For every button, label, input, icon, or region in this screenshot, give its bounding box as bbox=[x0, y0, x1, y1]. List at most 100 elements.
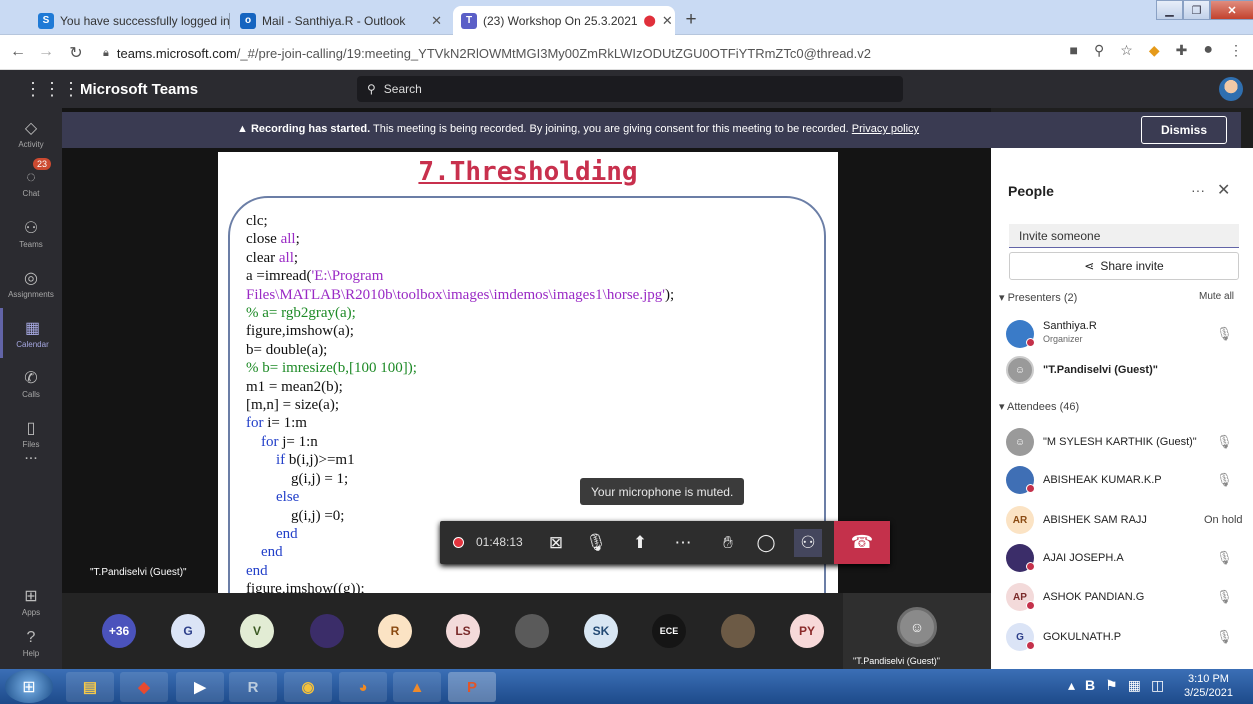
taskbar-powerpoint[interactable]: P bbox=[448, 672, 496, 702]
share-invite-button[interactable]: ⋖ Share invite bbox=[1009, 252, 1239, 280]
presenters-header[interactable]: ▾ Presenters (2) bbox=[999, 291, 1077, 304]
share-screen-button[interactable]: ⬆ bbox=[626, 529, 654, 557]
presenter-row[interactable]: ☺ "T.Pandiselvi (Guest)" bbox=[1006, 352, 1246, 388]
participant-avatar[interactable]: R bbox=[378, 614, 412, 648]
search-input[interactable]: ⚲ Search bbox=[357, 76, 903, 102]
rail-label: Help bbox=[22, 648, 40, 658]
browser-tab-strip: S You have successfully logged in. ✕ o M… bbox=[0, 0, 1253, 35]
browser-tab-teams[interactable]: T (23) Workshop On 25.3.2021 ⬤ ✕ bbox=[453, 6, 675, 35]
participant-avatar[interactable] bbox=[310, 614, 344, 648]
user-avatar[interactable] bbox=[1219, 77, 1243, 101]
attendee-row[interactable]: ABISHEAK KUMAR.K.P 🎙︎ bbox=[1006, 462, 1246, 498]
browser-tab-login[interactable]: S You have successfully logged in. ✕ bbox=[30, 6, 230, 35]
participant-avatar[interactable]: LS bbox=[446, 614, 480, 648]
camera-off-button[interactable]: ⊠ bbox=[542, 529, 570, 557]
pinned-participant-tile[interactable]: ☺ "T.Pandiselvi (Guest)" bbox=[843, 593, 991, 669]
search-placeholder: Search bbox=[383, 82, 422, 96]
participant-avatar[interactable]: ECE bbox=[652, 614, 686, 648]
menu-dots-icon[interactable]: ⋮ bbox=[1229, 42, 1243, 59]
tray-flag-icon[interactable]: ⚑ bbox=[1105, 677, 1118, 694]
mic-muted-button[interactable]: 🎙︎ bbox=[582, 529, 610, 557]
participant-overflow-avatar[interactable]: +36 bbox=[102, 614, 136, 648]
attendee-row[interactable]: G GOKULNATH.P 🎙︎ bbox=[1006, 619, 1246, 655]
profile-icon[interactable]: ● bbox=[1203, 41, 1213, 59]
minimize-window-button[interactable]: ▁ bbox=[1156, 0, 1183, 20]
taskbar-app-red[interactable]: ◆ bbox=[120, 672, 168, 702]
participant-avatar[interactable]: PY bbox=[790, 614, 824, 648]
rail-item-activity[interactable]: ◇ Activity bbox=[0, 108, 62, 158]
taskbar-r[interactable]: R bbox=[229, 672, 277, 702]
taskbar-chrome[interactable]: ◉ bbox=[284, 672, 332, 702]
panel-more-icon[interactable]: ··· bbox=[1191, 182, 1205, 198]
forward-arrow-icon[interactable]: → bbox=[32, 43, 60, 61]
login-favicon-icon: S bbox=[38, 12, 54, 29]
extension-icon[interactable]: ◆ bbox=[1149, 42, 1160, 59]
more-actions-button[interactable]: ⋯ bbox=[669, 529, 697, 557]
taskbar-explorer[interactable]: ▤ bbox=[66, 672, 114, 702]
chat-button[interactable]: ◯ bbox=[752, 529, 780, 557]
mute-all-button[interactable]: Mute all bbox=[1199, 291, 1234, 302]
puzzle-icon[interactable]: ✚ bbox=[1176, 42, 1188, 59]
tray-arrow-icon[interactable]: ▴ bbox=[1068, 677, 1075, 694]
app-launcher-icon[interactable]: ⋮⋮⋮ bbox=[24, 79, 81, 100]
taskbar-firefox[interactable]: ◕ bbox=[339, 672, 387, 702]
invite-input[interactable]: Invite someone bbox=[1009, 224, 1239, 248]
attendee-row[interactable]: AP ASHOK PANDIAN.G 🎙︎ bbox=[1006, 579, 1246, 615]
presenter-row[interactable]: Santhiya.R Organizer 🎙︎ bbox=[1006, 316, 1246, 352]
taskbar-matlab[interactable]: ▲ bbox=[393, 672, 441, 702]
windows-taskbar: ⊞ ▤ ◆ ▶ R ◉ ◕ ▲ P ▴ B ⚑ ▦ ◫ 3:10 PM 3/25… bbox=[0, 669, 1253, 704]
attendee-row[interactable]: AR ABISHEK SAM RAJJ On hold bbox=[1006, 502, 1246, 538]
attendees-header[interactable]: ▾ Attendees (46) bbox=[999, 400, 1079, 413]
status-dot bbox=[1026, 338, 1035, 347]
mic-muted-icon: 🎙︎ bbox=[1216, 550, 1233, 565]
app-title: Microsoft Teams bbox=[80, 81, 199, 98]
url-field[interactable]: 🔒︎ teams.microsoft.com/_#/pre-join-calli… bbox=[103, 41, 963, 65]
rail-item-more[interactable]: ... bbox=[0, 430, 62, 480]
participant-avatar[interactable] bbox=[721, 614, 755, 648]
browser-tab-outlook[interactable]: o Mail - Santhiya.R - Outlook ✕ bbox=[232, 6, 450, 35]
rail-item-assignments[interactable]: ◎ Assignments bbox=[0, 258, 62, 308]
participant-avatar[interactable] bbox=[515, 614, 549, 648]
camera-icon[interactable]: ■ bbox=[1070, 42, 1078, 58]
taskbar-clock[interactable]: 3:10 PM 3/25/2021 bbox=[1184, 672, 1233, 700]
dismiss-button[interactable]: Dismiss bbox=[1141, 116, 1227, 144]
close-tab-icon[interactable]: ✕ bbox=[662, 13, 673, 29]
close-panel-icon[interactable]: ✕ bbox=[1217, 180, 1230, 200]
rail-label: Apps bbox=[21, 607, 41, 617]
maximize-window-button[interactable]: ❐ bbox=[1183, 0, 1210, 20]
attendee-row[interactable]: ☺ "M SYLESH KARTHIK (Guest)" 🎙︎ bbox=[1006, 424, 1246, 460]
privacy-policy-link[interactable]: Privacy policy bbox=[852, 123, 919, 135]
tray-b-icon[interactable]: B bbox=[1085, 677, 1095, 694]
raise-hand-button[interactable]: ✋︎ bbox=[714, 529, 742, 557]
reload-icon[interactable]: ↻ bbox=[62, 43, 90, 63]
attendee-row[interactable]: AJAI JOSEPH.A 🎙︎ bbox=[1006, 540, 1246, 576]
close-tab-icon[interactable]: ✕ bbox=[431, 13, 442, 29]
participant-avatar[interactable]: SK bbox=[584, 614, 618, 648]
tray-network-icon[interactable]: ▦ bbox=[1128, 677, 1141, 694]
participants-button[interactable]: ⚇ bbox=[794, 529, 822, 557]
rail-item-calls[interactable]: ✆ Calls bbox=[0, 358, 62, 408]
call-timer: 01:48:13 bbox=[476, 535, 523, 549]
rail-item-help[interactable]: ? Help bbox=[0, 618, 62, 668]
left-rail: ◇ Activity ◌ Chat ⚇ Teams ◎ Assignments ▦ Cal… bbox=[0, 108, 62, 669]
hang-up-button[interactable]: ☎ bbox=[834, 521, 890, 564]
rail-item-chat[interactable]: ◌ Chat bbox=[0, 158, 62, 208]
close-window-button[interactable]: ✕ bbox=[1210, 0, 1253, 20]
new-tab-button[interactable]: + bbox=[679, 8, 703, 32]
slide-title: 7.Thresholding bbox=[418, 157, 638, 187]
phone-icon: ✆ bbox=[24, 369, 38, 387]
zoom-icon[interactable]: ⚲ bbox=[1094, 42, 1104, 59]
back-arrow-icon[interactable]: ← bbox=[4, 43, 32, 61]
banner-bold: Recording has started. bbox=[250, 123, 371, 135]
tray-volume-icon[interactable]: ◫ bbox=[1151, 677, 1164, 694]
mic-muted-tooltip: Your microphone is muted. bbox=[580, 478, 745, 505]
taskbar-zoom[interactable]: ▶ bbox=[176, 672, 224, 702]
bookmark-star-icon[interactable]: ☆ bbox=[1120, 42, 1133, 59]
participant-avatar[interactable]: G bbox=[171, 614, 205, 648]
start-button[interactable]: ⊞ bbox=[5, 670, 53, 703]
rail-item-teams[interactable]: ⚇ Teams bbox=[0, 208, 62, 258]
rail-label: Teams bbox=[19, 239, 43, 249]
participant-avatar[interactable]: V bbox=[240, 614, 274, 648]
rail-item-calendar[interactable]: ▦ Calendar bbox=[0, 308, 62, 358]
person-name: ABISHEAK KUMAR.K.P bbox=[1043, 474, 1162, 486]
